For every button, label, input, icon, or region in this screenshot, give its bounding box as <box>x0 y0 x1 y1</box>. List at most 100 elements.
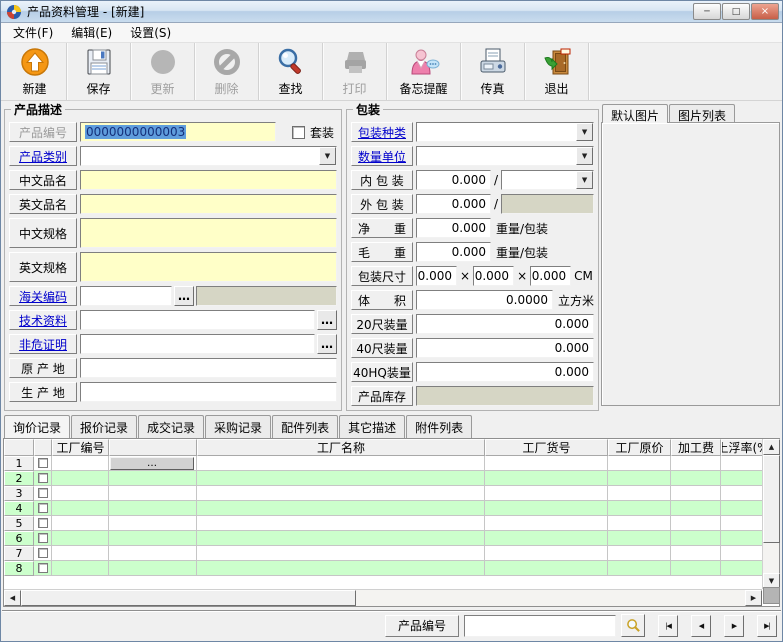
table-cell[interactable] <box>109 516 197 531</box>
container20-input[interactable]: 0.000 <box>416 314 594 334</box>
menu-edit[interactable]: 编辑(E) <box>62 22 121 43</box>
scroll-left-icon[interactable]: ◀ <box>4 590 21 606</box>
volume-input[interactable]: 0.0000 <box>416 290 553 310</box>
tab-quote-records[interactable]: 报价记录 <box>71 415 137 438</box>
tab-image-list[interactable]: 图片列表 <box>669 104 735 123</box>
table-horizontal-scrollbar[interactable]: ◀ ▶ <box>4 589 762 606</box>
table-cell[interactable] <box>197 561 485 576</box>
bottom-product-no-input[interactable] <box>464 615 616 637</box>
pack-type-combobox[interactable]: ▼ <box>416 122 594 142</box>
category-combobox[interactable]: ▼ <box>80 146 337 166</box>
row-checkbox[interactable] <box>38 533 48 543</box>
non-danger-input[interactable] <box>80 334 315 354</box>
production-place-input[interactable] <box>80 382 337 402</box>
table-cell[interactable] <box>52 516 109 531</box>
menu-file[interactable]: 文件(F) <box>4 22 62 43</box>
pack-size-length-input[interactable]: 0.000 <box>416 266 457 286</box>
table-cell[interactable] <box>608 471 671 486</box>
table-row[interactable]: 4 <box>4 501 779 516</box>
find-button[interactable]: 查找 <box>259 43 323 100</box>
table-cell[interactable] <box>485 456 608 471</box>
header-factory-item-no[interactable]: 工厂货号 <box>485 439 608 456</box>
table-cell[interactable] <box>608 561 671 576</box>
row-checkbox[interactable] <box>38 473 48 483</box>
table-cell[interactable] <box>721 501 764 516</box>
header-factory-price[interactable]: 工厂原价 <box>608 439 671 456</box>
table-cell[interactable] <box>52 546 109 561</box>
table-cell[interactable] <box>721 486 764 501</box>
table-cell[interactable] <box>608 546 671 561</box>
table-cell[interactable] <box>671 456 721 471</box>
table-cell[interactable] <box>109 546 197 561</box>
table-vertical-scrollbar[interactable]: ▲ ▼ <box>762 439 779 589</box>
chevron-down-icon[interactable]: ▼ <box>576 147 593 165</box>
exit-button[interactable]: 退出 <box>525 43 589 100</box>
table-cell[interactable] <box>671 546 721 561</box>
table-row[interactable]: 3 <box>4 486 779 501</box>
cn-spec-input[interactable] <box>80 218 337 248</box>
table-cell[interactable] <box>109 561 197 576</box>
table-cell[interactable] <box>109 486 197 501</box>
table-cell[interactable] <box>721 471 764 486</box>
table-cell[interactable] <box>52 456 109 471</box>
table-row[interactable]: 2 <box>4 471 779 486</box>
hs-code-browse-button[interactable]: … <box>174 286 194 306</box>
hs-code-label-link[interactable]: 海关编码 <box>9 286 77 306</box>
table-cell[interactable] <box>485 546 608 561</box>
tab-deal-records[interactable]: 成交记录 <box>138 415 204 438</box>
table-cell[interactable] <box>52 501 109 516</box>
tab-default-image[interactable]: 默认图片 <box>602 104 668 123</box>
tech-doc-input[interactable] <box>80 310 315 330</box>
table-cell[interactable] <box>671 531 721 546</box>
header-factory-name[interactable]: 工厂名称 <box>197 439 485 456</box>
header-factory-no[interactable]: 工厂编号 <box>52 439 109 456</box>
container40hq-input[interactable]: 0.000 <box>416 362 594 382</box>
table-cell[interactable] <box>608 486 671 501</box>
table-cell[interactable] <box>485 471 608 486</box>
table-cell[interactable] <box>671 561 721 576</box>
pack-type-label-link[interactable]: 包装种类 <box>351 122 413 142</box>
table-cell[interactable] <box>721 531 764 546</box>
en-name-input[interactable] <box>80 194 337 214</box>
scroll-right-icon[interactable]: ▶ <box>745 590 762 606</box>
horizontal-scroll-thumb[interactable] <box>21 590 356 606</box>
row-browse-button[interactable]: … <box>110 457 194 470</box>
outer-pack-input[interactable]: 0.000 <box>416 194 491 214</box>
table-cell[interactable] <box>109 501 197 516</box>
table-cell[interactable] <box>197 471 485 486</box>
tech-doc-browse-button[interactable]: … <box>317 310 337 330</box>
table-cell[interactable] <box>197 501 485 516</box>
close-button[interactable]: × <box>751 3 779 20</box>
table-cell[interactable] <box>671 486 721 501</box>
row-checkbox[interactable] <box>38 503 48 513</box>
container40-input[interactable]: 0.000 <box>416 338 594 358</box>
row-checkbox[interactable] <box>38 518 48 528</box>
hs-code-input[interactable] <box>80 286 172 306</box>
table-cell[interactable] <box>485 531 608 546</box>
set-checkbox[interactable] <box>292 126 305 139</box>
tab-parts-list[interactable]: 配件列表 <box>272 415 338 438</box>
table-cell[interactable] <box>52 531 109 546</box>
cn-name-input[interactable] <box>80 170 337 190</box>
net-weight-input[interactable]: 0.000 <box>416 218 491 238</box>
inner-pack-input[interactable]: 0.000 <box>416 170 491 190</box>
table-row[interactable]: 6 <box>4 531 779 546</box>
product-no-input[interactable]: 0000000000003 <box>80 122 276 142</box>
row-checkbox[interactable] <box>38 458 48 468</box>
table-cell[interactable] <box>197 546 485 561</box>
table-cell[interactable] <box>52 561 109 576</box>
fax-button[interactable]: 传真 <box>461 43 525 100</box>
table-cell[interactable] <box>197 516 485 531</box>
minimize-button[interactable]: ─ <box>693 3 721 20</box>
tech-doc-label-link[interactable]: 技术资料 <box>9 310 77 330</box>
inner-pack-unit-combobox[interactable]: ▼ <box>501 170 594 190</box>
qty-unit-combobox[interactable]: ▼ <box>416 146 594 166</box>
table-cell[interactable] <box>485 516 608 531</box>
qty-unit-label-link[interactable]: 数量单位 <box>351 146 413 166</box>
tab-attachment-list[interactable]: 附件列表 <box>406 415 472 438</box>
header-process-fee[interactable]: 加工费 <box>671 439 721 456</box>
memo-reminder-button[interactable]: 备忘提醒 <box>387 43 461 100</box>
table-cell[interactable] <box>671 471 721 486</box>
row-checkbox[interactable] <box>38 548 48 558</box>
maximize-button[interactable]: □ <box>722 3 750 20</box>
